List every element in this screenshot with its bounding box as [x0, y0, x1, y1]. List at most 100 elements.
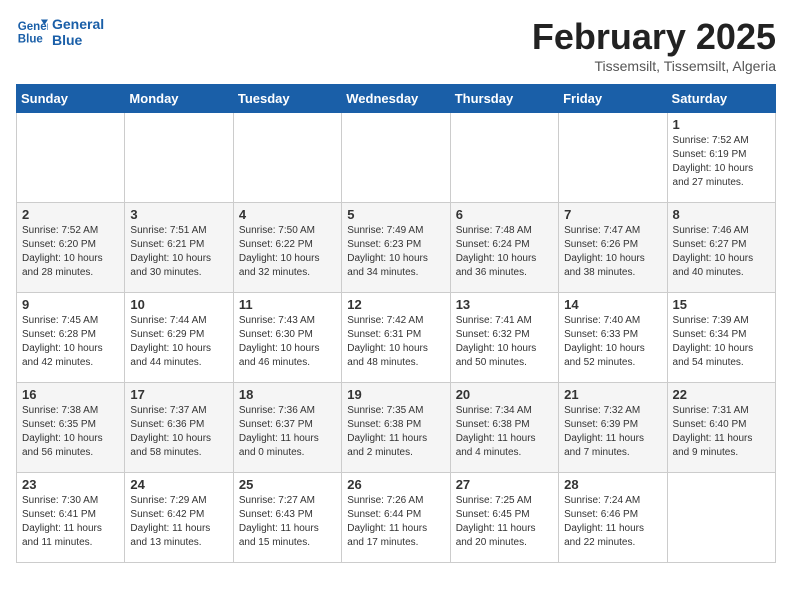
calendar-week-1: 1 Sunrise: 7:52 AMSunset: 6:19 PMDaylight… — [17, 113, 776, 203]
calendar-cell: 6 Sunrise: 7:48 AMSunset: 6:24 PMDaylight… — [450, 203, 558, 293]
calendar-cell: 10Sunrise: 7:44 AMSunset: 6:29 PMDayligh… — [125, 293, 233, 383]
day-number: 12 — [347, 297, 444, 312]
calendar-cell: 8 Sunrise: 7:46 AMSunset: 6:27 PMDaylight… — [667, 203, 775, 293]
day-info: Sunrise: 7:46 AMSunset: 6:27 PMDaylight:… — [673, 224, 770, 280]
calendar-cell: 7 Sunrise: 7:47 AMSunset: 6:26 PMDaylight… — [559, 203, 667, 293]
weekday-header-monday: Monday — [125, 85, 233, 113]
calendar-cell: 5 Sunrise: 7:49 AMSunset: 6:23 PMDaylight… — [342, 203, 450, 293]
calendar-cell: 18Sunrise: 7:36 AMSunset: 6:37 PMDayligh… — [233, 383, 341, 473]
header: General Blue General Blue February 2025 … — [16, 16, 776, 74]
calendar-cell: 9 Sunrise: 7:45 AMSunset: 6:28 PMDaylight… — [17, 293, 125, 383]
calendar-week-5: 23Sunrise: 7:30 AMSunset: 6:41 PMDayligh… — [17, 473, 776, 563]
calendar-cell: 16Sunrise: 7:38 AMSunset: 6:35 PMDayligh… — [17, 383, 125, 473]
day-number: 18 — [239, 387, 336, 402]
calendar-week-2: 2Sunrise: 7:52 AMSunset: 6:20 PMDaylight… — [17, 203, 776, 293]
calendar-cell: 4 Sunrise: 7:50 AMSunset: 6:22 PMDaylight… — [233, 203, 341, 293]
day-number: 1 — [673, 117, 770, 132]
calendar-cell: 3 Sunrise: 7:51 AMSunset: 6:21 PMDaylight… — [125, 203, 233, 293]
day-info: Sunrise: 7:51 AMSunset: 6:21 PMDaylight:… — [130, 224, 227, 280]
day-number: 27 — [456, 477, 553, 492]
location-subtitle: Tissemsilt, Tissemsilt, Algeria — [532, 58, 776, 74]
day-info: Sunrise: 7:35 AMSunset: 6:38 PMDaylight:… — [347, 404, 444, 460]
calendar-cell: 20 Sunrise: 7:34 AMSunset: 6:38 PMDayligh… — [450, 383, 558, 473]
logo-text-general: General — [52, 16, 104, 32]
day-info: Sunrise: 7:48 AMSunset: 6:24 PMDaylight:… — [456, 224, 553, 280]
day-number: 15 — [673, 297, 770, 312]
day-info: Sunrise: 7:42 AMSunset: 6:31 PMDaylight:… — [347, 314, 444, 370]
day-info: Sunrise: 7:40 AMSunset: 6:33 PMDaylight:… — [564, 314, 661, 370]
day-info: Sunrise: 7:29 AMSunset: 6:42 PMDaylight:… — [130, 494, 227, 550]
day-number: 28 — [564, 477, 661, 492]
calendar-cell: 17Sunrise: 7:37 AMSunset: 6:36 PMDayligh… — [125, 383, 233, 473]
calendar-cell — [342, 113, 450, 203]
weekday-header-friday: Friday — [559, 85, 667, 113]
day-number: 14 — [564, 297, 661, 312]
calendar-cell: 22 Sunrise: 7:31 AMSunset: 6:40 PMDayligh… — [667, 383, 775, 473]
day-number: 21 — [564, 387, 661, 402]
day-number: 13 — [456, 297, 553, 312]
day-number: 3 — [130, 207, 227, 222]
day-number: 6 — [456, 207, 553, 222]
day-info: Sunrise: 7:49 AMSunset: 6:23 PMDaylight:… — [347, 224, 444, 280]
weekday-header-row: SundayMondayTuesdayWednesdayThursdayFrid… — [17, 85, 776, 113]
day-info: Sunrise: 7:26 AMSunset: 6:44 PMDaylight:… — [347, 494, 444, 550]
weekday-header-thursday: Thursday — [450, 85, 558, 113]
calendar-cell: 2Sunrise: 7:52 AMSunset: 6:20 PMDaylight… — [17, 203, 125, 293]
day-number: 7 — [564, 207, 661, 222]
day-info: Sunrise: 7:52 AMSunset: 6:19 PMDaylight:… — [673, 134, 770, 190]
day-number: 22 — [673, 387, 770, 402]
calendar-cell: 27 Sunrise: 7:25 AMSunset: 6:45 PMDayligh… — [450, 473, 558, 563]
title-block: February 2025 Tissemsilt, Tissemsilt, Al… — [532, 16, 776, 74]
calendar-cell: 15 Sunrise: 7:39 AMSunset: 6:34 PMDayligh… — [667, 293, 775, 383]
day-info: Sunrise: 7:52 AMSunset: 6:20 PMDaylight:… — [22, 224, 119, 280]
day-info: Sunrise: 7:44 AMSunset: 6:29 PMDaylight:… — [130, 314, 227, 370]
day-number: 24 — [130, 477, 227, 492]
day-info: Sunrise: 7:24 AMSunset: 6:46 PMDaylight:… — [564, 494, 661, 550]
day-info: Sunrise: 7:39 AMSunset: 6:34 PMDaylight:… — [673, 314, 770, 370]
calendar-cell: 28 Sunrise: 7:24 AMSunset: 6:46 PMDayligh… — [559, 473, 667, 563]
logo-icon: General Blue — [16, 16, 48, 48]
day-info: Sunrise: 7:30 AMSunset: 6:41 PMDaylight:… — [22, 494, 119, 550]
calendar-cell: 24 Sunrise: 7:29 AMSunset: 6:42 PMDayligh… — [125, 473, 233, 563]
day-info: Sunrise: 7:31 AMSunset: 6:40 PMDaylight:… — [673, 404, 770, 460]
day-number: 9 — [22, 297, 119, 312]
calendar-week-4: 16Sunrise: 7:38 AMSunset: 6:35 PMDayligh… — [17, 383, 776, 473]
day-info: Sunrise: 7:38 AMSunset: 6:35 PMDaylight:… — [22, 404, 119, 460]
day-info: Sunrise: 7:41 AMSunset: 6:32 PMDaylight:… — [456, 314, 553, 370]
day-info: Sunrise: 7:37 AMSunset: 6:36 PMDaylight:… — [130, 404, 227, 460]
calendar-cell: 21Sunrise: 7:32 AMSunset: 6:39 PMDayligh… — [559, 383, 667, 473]
calendar-cell: 13 Sunrise: 7:41 AMSunset: 6:32 PMDayligh… — [450, 293, 558, 383]
calendar-cell: 26Sunrise: 7:26 AMSunset: 6:44 PMDayligh… — [342, 473, 450, 563]
day-number: 20 — [456, 387, 553, 402]
day-number: 5 — [347, 207, 444, 222]
calendar-cell: 14 Sunrise: 7:40 AMSunset: 6:33 PMDayligh… — [559, 293, 667, 383]
weekday-header-tuesday: Tuesday — [233, 85, 341, 113]
calendar-cell — [17, 113, 125, 203]
calendar-table: SundayMondayTuesdayWednesdayThursdayFrid… — [16, 84, 776, 563]
logo-text-blue: Blue — [52, 32, 104, 48]
day-number: 11 — [239, 297, 336, 312]
day-info: Sunrise: 7:34 AMSunset: 6:38 PMDaylight:… — [456, 404, 553, 460]
weekday-header-sunday: Sunday — [17, 85, 125, 113]
weekday-header-wednesday: Wednesday — [342, 85, 450, 113]
calendar-cell: 11 Sunrise: 7:43 AMSunset: 6:30 PMDayligh… — [233, 293, 341, 383]
day-info: Sunrise: 7:43 AMSunset: 6:30 PMDaylight:… — [239, 314, 336, 370]
calendar-cell: 1 Sunrise: 7:52 AMSunset: 6:19 PMDaylight… — [667, 113, 775, 203]
calendar-cell — [125, 113, 233, 203]
calendar-cell: 12 Sunrise: 7:42 AMSunset: 6:31 PMDayligh… — [342, 293, 450, 383]
calendar-cell — [450, 113, 558, 203]
day-number: 8 — [673, 207, 770, 222]
day-info: Sunrise: 7:45 AMSunset: 6:28 PMDaylight:… — [22, 314, 119, 370]
day-info: Sunrise: 7:47 AMSunset: 6:26 PMDaylight:… — [564, 224, 661, 280]
day-info: Sunrise: 7:50 AMSunset: 6:22 PMDaylight:… — [239, 224, 336, 280]
day-number: 25 — [239, 477, 336, 492]
calendar-week-3: 9 Sunrise: 7:45 AMSunset: 6:28 PMDaylight… — [17, 293, 776, 383]
day-number: 4 — [239, 207, 336, 222]
day-number: 19 — [347, 387, 444, 402]
day-info: Sunrise: 7:27 AMSunset: 6:43 PMDaylight:… — [239, 494, 336, 550]
day-info: Sunrise: 7:25 AMSunset: 6:45 PMDaylight:… — [456, 494, 553, 550]
calendar-cell: 19 Sunrise: 7:35 AMSunset: 6:38 PMDayligh… — [342, 383, 450, 473]
calendar-cell: 23Sunrise: 7:30 AMSunset: 6:41 PMDayligh… — [17, 473, 125, 563]
svg-text:Blue: Blue — [18, 34, 44, 46]
calendar-cell — [559, 113, 667, 203]
